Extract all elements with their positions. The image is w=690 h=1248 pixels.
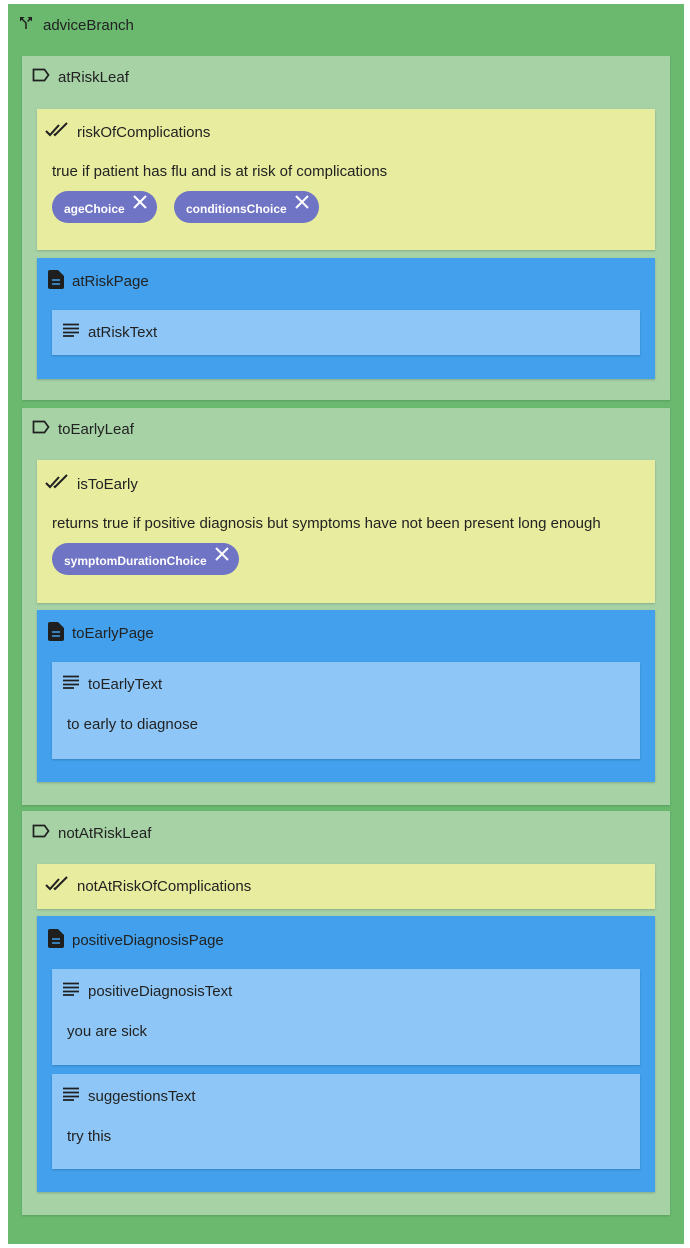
choice-chip-symptom-duration[interactable]: symptomDurationChoice bbox=[52, 543, 239, 575]
text-header: positiveDiagnosisText bbox=[62, 982, 232, 1000]
text-content: try this bbox=[67, 1128, 112, 1145]
text-header: toEarlyText bbox=[62, 675, 162, 693]
close-icon[interactable] bbox=[213, 545, 231, 563]
text-content: to early to diagnose bbox=[67, 716, 198, 733]
text-lines-icon bbox=[62, 675, 80, 693]
condition-card-is-to-early[interactable]: isToEarly returns true if positive diagn… bbox=[37, 460, 655, 603]
text-title: toEarlyText bbox=[88, 675, 163, 693]
text-title: atRiskText bbox=[88, 323, 158, 341]
leaf-header: notAtRiskLeaf bbox=[32, 824, 151, 842]
condition-description: returns true if positive diagnosis but s… bbox=[52, 515, 601, 532]
branch-header: adviceBranch bbox=[17, 14, 134, 36]
page-header: atRiskPage bbox=[48, 270, 149, 293]
leaf-title: toEarlyLeaf bbox=[58, 420, 134, 438]
text-lines-icon bbox=[62, 1087, 80, 1105]
text-lines-icon bbox=[62, 982, 80, 1000]
text-card-at-risk[interactable]: atRiskText bbox=[52, 310, 640, 355]
chip-label: conditionsChoice bbox=[186, 202, 287, 216]
page-title: atRiskPage bbox=[72, 273, 149, 290]
page-title: toEarlyPage bbox=[72, 625, 154, 642]
text-content: you are sick bbox=[67, 1023, 148, 1040]
choice-chip-conditions[interactable]: conditionsChoice bbox=[174, 191, 319, 223]
text-header: suggestionsText bbox=[62, 1087, 196, 1105]
text-header: atRiskText bbox=[62, 323, 157, 341]
page-title: positiveDiagnosisPage bbox=[72, 932, 224, 949]
label-icon bbox=[32, 68, 50, 86]
leaf-title: notAtRiskLeaf bbox=[58, 824, 152, 842]
condition-header: notAtRiskOfComplications bbox=[45, 876, 251, 896]
page-header: positiveDiagnosisPage bbox=[48, 929, 224, 952]
text-card-suggestions[interactable]: suggestionsText try this bbox=[52, 1074, 640, 1169]
double-check-icon bbox=[45, 122, 69, 142]
page-header: toEarlyPage bbox=[48, 622, 154, 645]
branch-icon bbox=[17, 14, 35, 36]
chip-label: ageChoice bbox=[64, 202, 125, 216]
leaf-header: toEarlyLeaf bbox=[32, 420, 134, 438]
condition-card-risk-of-complications[interactable]: riskOfComplications true if patient has … bbox=[37, 109, 655, 250]
chip-label: symptomDurationChoice bbox=[64, 554, 207, 568]
text-title: suggestionsText bbox=[88, 1087, 196, 1105]
document-icon bbox=[48, 622, 64, 645]
document-icon bbox=[48, 270, 64, 293]
condition-title: isToEarly bbox=[77, 475, 138, 493]
close-icon[interactable] bbox=[131, 193, 149, 211]
label-icon bbox=[32, 824, 50, 842]
leaf-title: atRiskLeaf bbox=[58, 68, 129, 86]
double-check-icon bbox=[45, 876, 69, 896]
choice-chip-age[interactable]: ageChoice bbox=[52, 191, 157, 223]
text-lines-icon bbox=[62, 323, 80, 341]
branch-title: adviceBranch bbox=[43, 16, 134, 34]
label-icon bbox=[32, 420, 50, 438]
condition-title: riskOfComplications bbox=[77, 123, 211, 141]
condition-header: isToEarly bbox=[45, 474, 138, 494]
document-icon bbox=[48, 929, 64, 952]
text-title: positiveDiagnosisText bbox=[88, 982, 233, 1000]
condition-title: notAtRiskOfComplications bbox=[77, 877, 252, 895]
condition-card-not-at-risk[interactable]: notAtRiskOfComplications bbox=[37, 864, 655, 909]
close-icon[interactable] bbox=[293, 193, 311, 211]
text-card-to-early[interactable]: toEarlyText to early to diagnose bbox=[52, 662, 640, 759]
condition-header: riskOfComplications bbox=[45, 122, 210, 142]
double-check-icon bbox=[45, 474, 69, 494]
condition-description: true if patient has flu and is at risk o… bbox=[52, 163, 388, 180]
leaf-header: atRiskLeaf bbox=[32, 68, 129, 86]
text-card-positive-diagnosis[interactable]: positiveDiagnosisText you are sick bbox=[52, 969, 640, 1065]
